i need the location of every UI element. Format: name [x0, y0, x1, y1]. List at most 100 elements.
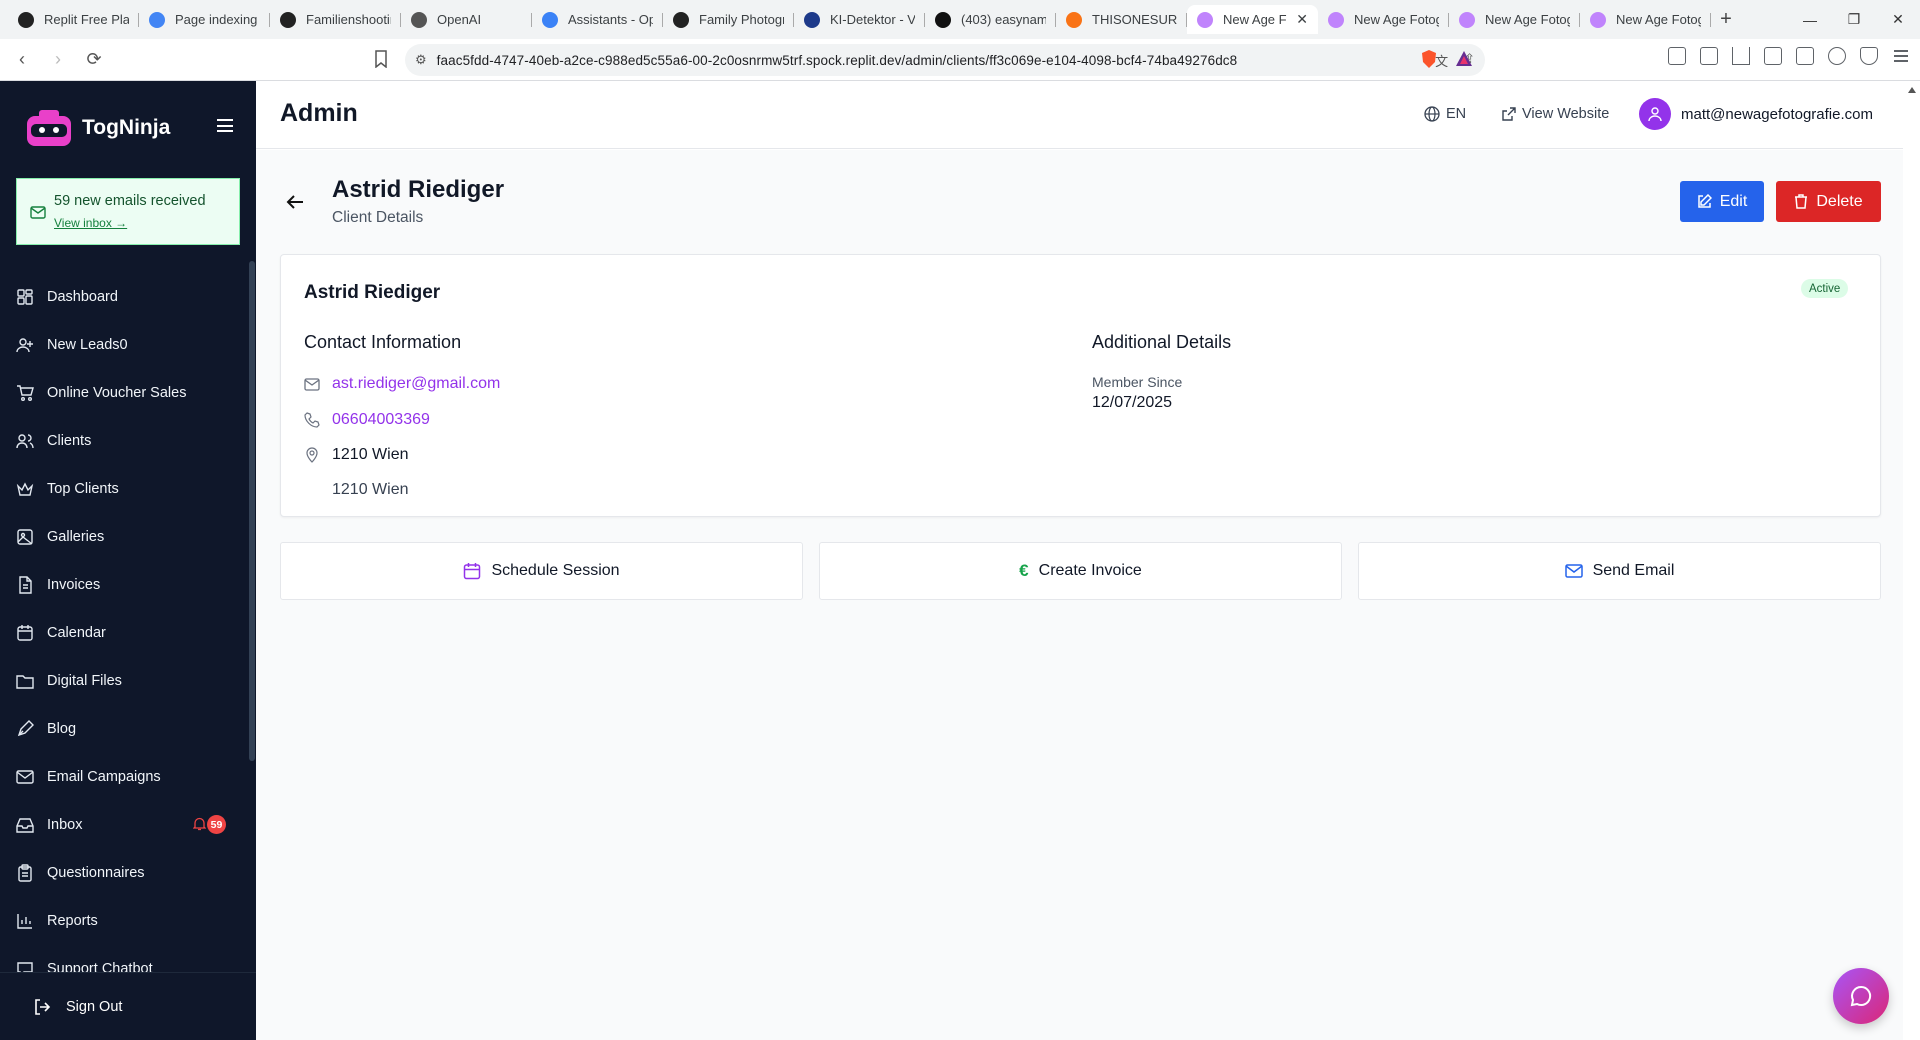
- vpn-icon[interactable]: [1860, 47, 1878, 65]
- external-link-icon: [1502, 106, 1516, 121]
- contact-info-heading: Contact Information: [304, 332, 462, 352]
- url-text: faac5fdd-4747-40eb-a2ce-c988ed5c55a6-00-…: [436, 52, 1238, 68]
- browser-tab-strip: Replit Free Plan Page indexing Familiensho…: [0, 0, 1920, 39]
- brand-logo[interactable]: TogNinja: [25, 108, 170, 148]
- extensions-icon[interactable]: [1668, 47, 1686, 65]
- sign-out-button[interactable]: Sign Out: [0, 972, 256, 1040]
- user-email: matt@newagefotografie.com: [1681, 105, 1873, 123]
- scroll-up-arrow-icon[interactable]: [1908, 87, 1916, 93]
- sidebar-item-calendar[interactable]: Calendar: [0, 609, 248, 657]
- globe-icon: [1424, 106, 1440, 122]
- brand-name: TogNinja: [82, 116, 171, 139]
- sidebar-item-inbox[interactable]: Inbox 59: [0, 801, 248, 849]
- browser-tab[interactable]: OpenAI: [401, 5, 532, 34]
- sidebar-item-clients[interactable]: Clients: [0, 417, 248, 465]
- cart-icon: [17, 385, 34, 401]
- phone-icon: [304, 412, 320, 428]
- restore-button[interactable]: ❐: [1832, 0, 1876, 39]
- user-menu[interactable]: matt@newagefotografie.com: [1639, 98, 1873, 130]
- browser-tab[interactable]: Family Photogr: [663, 5, 794, 34]
- minimize-button[interactable]: —: [1788, 0, 1832, 39]
- sidebar-item-label: Calendar: [47, 625, 106, 641]
- browser-tab[interactable]: KI-Detektor - V: [794, 5, 925, 34]
- download-icon[interactable]: [1732, 47, 1750, 65]
- browser-tab[interactable]: Replit Free Plan: [8, 5, 139, 34]
- sidebar-item-reports[interactable]: Reports: [0, 897, 248, 945]
- page-scrollbar[interactable]: [1903, 81, 1920, 1040]
- bookmark-icon[interactable]: [374, 50, 388, 68]
- user-icon: [1648, 107, 1662, 122]
- chat-widget-button[interactable]: [1833, 968, 1889, 1024]
- status-badge: Active: [1801, 279, 1849, 298]
- sidebar-item-questionnaires[interactable]: Questionnaires: [0, 849, 248, 897]
- browser-tab[interactable]: New Age Fotog: [1580, 5, 1711, 34]
- browser-tab[interactable]: New Age F ✕: [1187, 5, 1318, 34]
- leo-ai-icon[interactable]: [1828, 47, 1846, 65]
- create-invoice-button[interactable]: € Create Invoice: [819, 542, 1342, 600]
- favicon-icon: [935, 11, 951, 28]
- close-tab-icon[interactable]: ✕: [1296, 11, 1308, 28]
- client-phone-link[interactable]: 06604003369: [332, 411, 430, 429]
- view-website-link[interactable]: View Website: [1501, 106, 1609, 122]
- inbox-count-badge: 59: [207, 815, 226, 834]
- sidebar-item-blog[interactable]: Blog: [0, 705, 248, 753]
- send-email-button[interactable]: Send Email: [1358, 542, 1881, 600]
- forward-nav-button[interactable]: ›: [44, 46, 72, 74]
- site-info-icon[interactable]: ⚙: [415, 52, 427, 68]
- schedule-session-button[interactable]: Schedule Session: [280, 542, 803, 600]
- client-email-link[interactable]: ast.riediger@gmail.com: [332, 375, 500, 393]
- browser-tab[interactable]: Assistants - Op: [532, 5, 663, 34]
- hamburger-menu-icon[interactable]: [217, 119, 233, 132]
- favicon-icon: [18, 11, 34, 28]
- back-button[interactable]: [286, 194, 304, 210]
- sidebar-item-label: New Leads0: [47, 337, 128, 353]
- browser-tab[interactable]: Familienshooting: [270, 5, 401, 34]
- brave-rewards-icon[interactable]: [1455, 50, 1473, 67]
- back-nav-button[interactable]: ‹: [8, 46, 36, 74]
- favicon-icon: [1066, 11, 1082, 28]
- delete-button[interactable]: Delete: [1776, 181, 1881, 222]
- sidebar-item-invoices[interactable]: Invoices: [0, 561, 248, 609]
- browser-tab[interactable]: Page indexing: [139, 5, 270, 34]
- language-switcher[interactable]: EN: [1424, 106, 1466, 122]
- map-pin-icon: [306, 447, 318, 463]
- sidebar-item-galleries[interactable]: Galleries: [0, 513, 248, 561]
- reload-button[interactable]: ⟳: [80, 46, 108, 74]
- additional-details-heading: Additional Details: [1092, 332, 1232, 352]
- bell-icon: [193, 817, 206, 831]
- browser-tab-title: New Age Fotog: [1485, 12, 1570, 27]
- browser-tab[interactable]: New Age Fotog: [1318, 5, 1449, 34]
- mail-icon: [1564, 564, 1583, 578]
- browser-tools: [1668, 47, 1910, 65]
- sidebar-item-top-clients[interactable]: Top Clients: [0, 465, 248, 513]
- sidebar-item-digital-files[interactable]: Digital Files: [0, 657, 248, 705]
- browser-tab[interactable]: THISONESURE: [1056, 5, 1187, 34]
- address-bar[interactable]: ⚙ faac5fdd-4747-40eb-a2ce-c988ed5c55a6-0…: [405, 44, 1485, 76]
- arrow-left-icon: [286, 195, 303, 209]
- mail-icon: [16, 770, 34, 784]
- sidebar-item-new-leads0[interactable]: New Leads0: [0, 321, 248, 369]
- user-plus-icon: [16, 338, 33, 353]
- page-title: Admin: [280, 99, 358, 127]
- screenshot-icon[interactable]: [1700, 47, 1718, 65]
- member-since-value: 12/07/2025: [1092, 394, 1173, 411]
- close-window-button[interactable]: ✕: [1876, 0, 1920, 39]
- view-inbox-link[interactable]: View inbox →: [54, 216, 127, 230]
- sidebar-item-dashboard[interactable]: Dashboard: [0, 273, 248, 321]
- brave-shield-icon[interactable]: [1420, 49, 1438, 69]
- menu-icon[interactable]: [1892, 47, 1910, 65]
- browser-tab[interactable]: (403) easyname: [925, 5, 1056, 34]
- sidebar-scrollbar[interactable]: [249, 261, 255, 761]
- sidebar-toggle-icon[interactable]: [1764, 47, 1782, 65]
- sidebar-item-online-voucher-sales[interactable]: Online Voucher Sales: [0, 369, 248, 417]
- edit-button[interactable]: Edit: [1680, 181, 1764, 222]
- sidebar-item-email-campaigns[interactable]: Email Campaigns: [0, 753, 248, 801]
- new-tab-button[interactable]: +: [1711, 5, 1741, 35]
- favicon-icon: [1197, 11, 1213, 28]
- sidebar-item-label: Inbox: [47, 817, 83, 833]
- client-card: Astrid Riediger Active Contact Informati…: [280, 254, 1881, 517]
- wallet-icon[interactable]: [1796, 47, 1814, 65]
- euro-icon: €: [1019, 561, 1029, 580]
- send-email-label: Send Email: [1592, 562, 1675, 579]
- browser-tab[interactable]: New Age Fotog: [1449, 5, 1580, 34]
